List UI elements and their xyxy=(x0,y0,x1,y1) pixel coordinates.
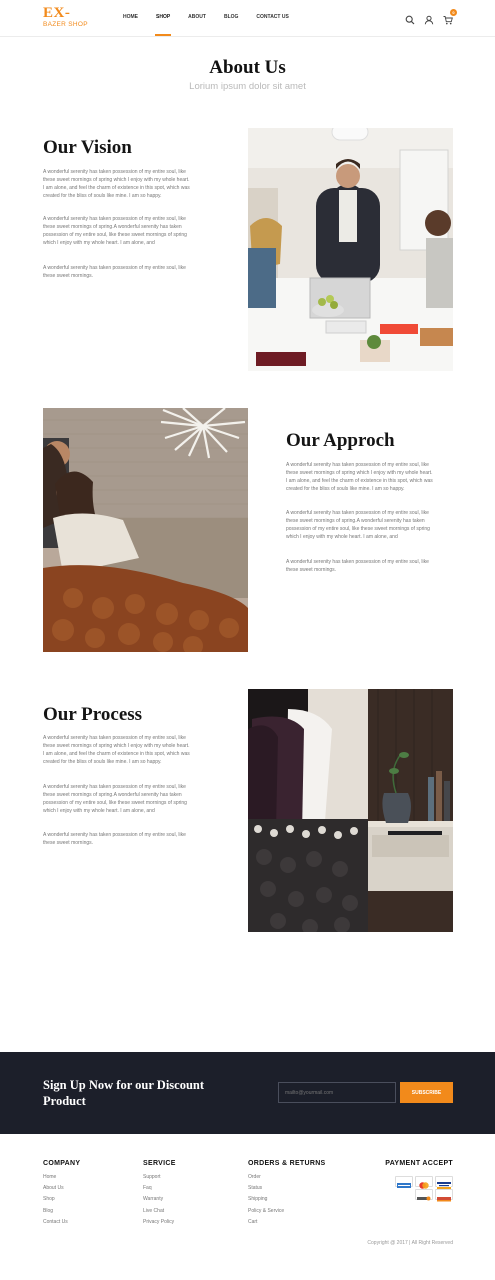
approach-paragraph-1: A wonderful serenity has taken possessio… xyxy=(286,462,433,493)
vision-paragraph-2: A wonderful serenity has taken possessio… xyxy=(43,216,187,247)
footer-link-live-chat[interactable]: Live Chat xyxy=(143,1206,176,1217)
vision-title: Our Vision xyxy=(43,137,132,158)
process-paragraph-3: A wonderful serenity has taken possessio… xyxy=(43,832,186,847)
mastercard-icon xyxy=(415,1176,433,1189)
footer-service-column: SERVICE Support Faq Warranty Live Chat P… xyxy=(143,1160,176,1228)
team-meeting-photo xyxy=(248,128,453,371)
footer-link-shop[interactable]: Shop xyxy=(43,1194,80,1205)
page-subtitle: Lorium ipsum dolor sit amet xyxy=(189,81,306,92)
site-header: EX- BAZER SHOP HOME SHOP ABOUT BLOG CONT… xyxy=(0,0,495,37)
main-nav: HOME SHOP ABOUT BLOG CONTACT US xyxy=(123,14,307,36)
nav-contact-us[interactable]: CONTACT US xyxy=(256,14,288,20)
user-icon[interactable] xyxy=(424,12,434,25)
vision-paragraph-3: A wonderful serenity has taken possessio… xyxy=(43,265,186,280)
footer-link-blog[interactable]: Blog xyxy=(43,1206,80,1217)
footer-orders-heading: ORDERS & RETURNS xyxy=(248,1160,326,1167)
process-title: Our Process xyxy=(43,704,143,725)
logo-text-top: EX- xyxy=(43,5,71,21)
footer-link-order[interactable]: Order xyxy=(248,1172,326,1183)
footer-link-policy-service[interactable]: Policy & Service xyxy=(248,1206,326,1217)
footer-link-cart[interactable]: Cart xyxy=(248,1217,326,1228)
footer-link-warranty[interactable]: Warranty xyxy=(143,1194,176,1205)
footer-company-column: COMPANY Home About Us Shop Blog Contact … xyxy=(43,1160,80,1228)
approach-paragraph-3: A wonderful serenity has taken possessio… xyxy=(286,559,429,574)
newsletter-email-input[interactable] xyxy=(278,1082,396,1103)
nav-shop[interactable]: SHOP xyxy=(154,14,172,36)
nav-home[interactable]: HOME xyxy=(123,14,138,20)
footer-link-status[interactable]: Status xyxy=(248,1183,326,1194)
process-paragraph-2: A wonderful serenity has taken possessio… xyxy=(43,784,187,815)
footer-link-support[interactable]: Support xyxy=(143,1172,176,1183)
footer-link-home[interactable]: Home xyxy=(43,1172,80,1183)
bedroom-photo xyxy=(248,689,453,932)
header-icons: 0 xyxy=(396,9,457,25)
page-title: About Us xyxy=(209,57,286,78)
footer-link-faq[interactable]: Faq xyxy=(143,1183,176,1194)
site-logo[interactable]: EX- BAZER SHOP xyxy=(43,6,88,29)
couple-blanket-photo xyxy=(43,408,248,652)
cart-count-badge: 0 xyxy=(450,9,457,16)
footer-orders-column: ORDERS & RETURNS Order Status Shipping P… xyxy=(248,1160,326,1228)
american-express-card-icon xyxy=(395,1176,413,1188)
maestro-card-icon xyxy=(435,1189,453,1202)
footer-company-heading: COMPANY xyxy=(43,1160,81,1167)
subscribe-button[interactable]: SUBSCRIBE xyxy=(400,1082,453,1103)
approach-title: Our Approch xyxy=(286,430,395,451)
visa-card-icon xyxy=(435,1176,453,1189)
footer-payment-heading: PAYMENT ACCEPT xyxy=(385,1160,453,1167)
newsletter-title: Sign Up Now for our Discount Product xyxy=(43,1078,205,1108)
search-icon[interactable] xyxy=(405,12,415,25)
footer-service-heading: SERVICE xyxy=(143,1160,176,1167)
footer-link-privacy-policy[interactable]: Privacy Policy xyxy=(143,1217,176,1228)
footer-link-about-us[interactable]: About Us xyxy=(43,1183,80,1194)
footer-link-contact-us[interactable]: Contact Us xyxy=(43,1217,80,1228)
nav-blog[interactable]: BLOG xyxy=(224,14,238,20)
logo-text-bottom: BAZER SHOP xyxy=(43,21,88,28)
cart-icon[interactable]: 0 xyxy=(443,9,457,25)
discover-card-icon xyxy=(415,1189,433,1201)
footer-payment-column: PAYMENT ACCEPT xyxy=(385,1160,453,1167)
nav-about[interactable]: ABOUT xyxy=(188,14,206,20)
process-paragraph-1: A wonderful serenity has taken possessio… xyxy=(43,735,190,766)
approach-paragraph-2: A wonderful serenity has taken possessio… xyxy=(286,510,430,541)
footer-link-shipping[interactable]: Shipping xyxy=(248,1194,326,1205)
copyright-text: Copyright @ 2017 | All Right Reserved xyxy=(367,1240,453,1246)
vision-paragraph-1: A wonderful serenity has taken possessio… xyxy=(43,169,190,200)
